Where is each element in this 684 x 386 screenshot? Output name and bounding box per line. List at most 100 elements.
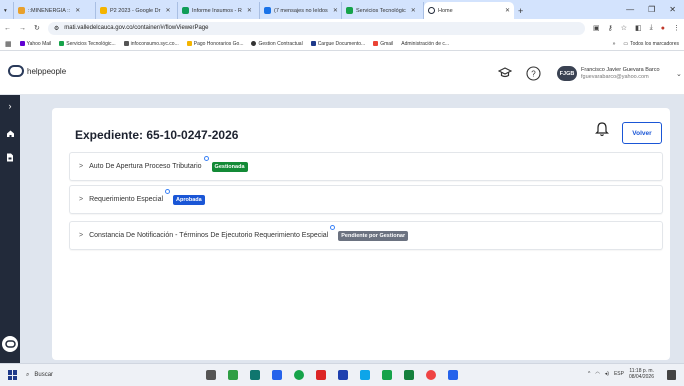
- bookmark[interactable]: Cargue Documento...: [310, 41, 365, 47]
- document-icon[interactable]: [0, 153, 20, 162]
- taskbar-app-icon[interactable]: [228, 370, 238, 380]
- notifications-icon[interactable]: [667, 370, 676, 380]
- task-view-icon[interactable]: [206, 370, 216, 380]
- close-window-icon[interactable]: ✕: [669, 5, 676, 14]
- logo-icon: [8, 65, 24, 77]
- password-icon[interactable]: ⚷: [608, 24, 613, 32]
- volume-icon[interactable]: ◂): [605, 371, 609, 377]
- browser-tab-strip: ▾ ::MINENERGIA :: ✕ P2 2023 - Google Dr ✕ …: [0, 0, 684, 19]
- taskbar-app-icon[interactable]: [360, 370, 370, 380]
- browser-tab[interactable]: ::MINENERGIA :: ✕: [14, 2, 96, 19]
- bookmark[interactable]: Administración de c...: [401, 41, 449, 47]
- taskbar-app-icon[interactable]: [338, 370, 348, 380]
- bookmark[interactable]: Gmail: [373, 41, 393, 47]
- back-icon[interactable]: ←: [4, 25, 11, 32]
- extensions-icon[interactable]: ◧: [635, 24, 642, 32]
- tray-chevron-icon[interactable]: ^: [588, 371, 590, 377]
- browser-tab[interactable]: Informe Insumos - R ✕: [178, 2, 260, 19]
- reload-icon[interactable]: ↻: [34, 24, 40, 32]
- favicon-icon: [100, 7, 107, 14]
- expand-menu-icon[interactable]: ›: [0, 101, 20, 111]
- back-button[interactable]: Volver: [622, 122, 662, 144]
- close-icon[interactable]: ✕: [75, 7, 80, 14]
- close-icon[interactable]: ✕: [165, 7, 170, 14]
- browser-tab-active[interactable]: Home ✕: [424, 2, 514, 19]
- user-info[interactable]: Francisco Javier Guevara Barco fguevarab…: [581, 67, 660, 81]
- bookmark[interactable]: Pago Honorarios Go...: [186, 41, 243, 47]
- taskbar-search[interactable]: ⌕ Buscar: [26, 372, 166, 379]
- app-logo[interactable]: helppeople: [8, 65, 66, 77]
- favicon-icon: [428, 7, 435, 14]
- bell-icon[interactable]: [595, 121, 609, 142]
- bookmark-favicon-icon: [123, 41, 129, 46]
- taskbar-apps: [206, 370, 458, 380]
- clock[interactable]: 11:18 p. m. 08/04/2026: [629, 368, 654, 380]
- graduation-cap-icon[interactable]: [497, 65, 513, 81]
- close-icon[interactable]: ✕: [247, 7, 252, 14]
- windows-start-icon[interactable]: [8, 370, 18, 380]
- help-icon[interactable]: ?: [525, 65, 541, 81]
- star-icon[interactable]: ☆: [621, 24, 627, 32]
- taskbar-app-icon[interactable]: [448, 370, 458, 380]
- forward-icon[interactable]: →: [19, 25, 26, 32]
- expediente-card: Expediente: 65-10-0247-2026 Volver > Aut…: [52, 108, 670, 360]
- info-icon[interactable]: [165, 189, 171, 194]
- close-icon[interactable]: ✕: [333, 7, 338, 14]
- list-item[interactable]: > Requerimiento Especial Aprobada: [69, 185, 663, 214]
- language-indicator[interactable]: ESP: [614, 371, 624, 377]
- chrome-icon[interactable]: [426, 370, 436, 380]
- search-icon: ⌕: [26, 371, 30, 378]
- close-icon[interactable]: ✕: [411, 7, 416, 14]
- favicon-icon: [18, 7, 25, 14]
- browser-tab[interactable]: P2 2023 - Google Dr ✕: [96, 2, 178, 19]
- minimize-icon[interactable]: —: [626, 5, 634, 14]
- helppeople-logo-icon[interactable]: [2, 336, 18, 352]
- taskbar-app-icon[interactable]: [272, 370, 282, 380]
- tab-search-menu[interactable]: ▾: [0, 2, 14, 19]
- profile-icon[interactable]: ●: [661, 25, 665, 32]
- bookmarks-overflow[interactable]: »: [613, 41, 616, 47]
- taskbar-app-icon[interactable]: [250, 370, 260, 380]
- browser-tab[interactable]: (7 mensajes no leídos ✕: [260, 2, 342, 19]
- svg-text:?: ?: [531, 69, 536, 78]
- taskbar-app-icon[interactable]: [382, 370, 392, 380]
- pdf-icon[interactable]: [316, 370, 326, 380]
- bookmark[interactable]: Servicios Tecnológic...: [59, 41, 116, 47]
- bookmark[interactable]: Gestion Contractual: [251, 41, 303, 47]
- site-info-icon[interactable]: ⚙: [54, 25, 59, 32]
- bookmark-favicon-icon: [373, 41, 379, 46]
- wifi-icon[interactable]: ◠: [595, 371, 599, 377]
- chevron-right-icon[interactable]: >: [79, 196, 83, 203]
- taskbar: ⌕ Buscar ^ ◠ ◂) ESP 11:18 p. m. 08/04/20…: [0, 363, 684, 386]
- status-badge: Pendiente por Gestionar: [338, 230, 409, 241]
- page-title: Expediente: 65-10-0247-2026: [75, 128, 239, 142]
- taskbar-app-icon[interactable]: [404, 370, 414, 380]
- system-tray: ^ ◠ ◂) ESP 11:18 p. m. 08/04/2026: [588, 368, 654, 380]
- info-icon[interactable]: [203, 156, 209, 161]
- apps-grid-icon[interactable]: ▦: [5, 40, 12, 48]
- all-bookmarks[interactable]: ▭ Todos los marcadores: [623, 41, 679, 47]
- chevron-down-icon[interactable]: ⌄: [676, 70, 682, 78]
- translate-icon[interactable]: ▣: [593, 24, 600, 32]
- window-controls: — ❐ ✕: [626, 0, 684, 19]
- url-input[interactable]: ⚙ mati.valledelcauca.gov.co/container/#/…: [47, 21, 585, 35]
- item-label: Constancia De Notificación - Términos De…: [89, 225, 336, 239]
- maximize-icon[interactable]: ❐: [648, 5, 655, 14]
- close-icon[interactable]: ✕: [505, 7, 510, 14]
- download-icon[interactable]: ⤓: [650, 24, 653, 32]
- chevron-right-icon[interactable]: >: [79, 163, 83, 170]
- avatar[interactable]: FJGB: [557, 66, 577, 81]
- chevron-right-icon[interactable]: >: [79, 232, 83, 239]
- whatsapp-icon[interactable]: [294, 370, 304, 380]
- browser-tab[interactable]: Servicios Tecnológic ✕: [342, 2, 424, 19]
- bookmark[interactable]: infoconsumo.syc.co...: [123, 41, 179, 47]
- bookmark[interactable]: Yahoo Mail: [19, 41, 51, 47]
- info-icon[interactable]: [330, 225, 336, 230]
- list-item[interactable]: > Auto De Apertura Proceso Tributario Ge…: [69, 152, 663, 181]
- home-icon[interactable]: [0, 129, 20, 138]
- list-item[interactable]: > Constancia De Notificación - Términos …: [69, 221, 663, 250]
- app-header: helppeople ? FJGB Francisco Javier Gueva…: [0, 51, 684, 95]
- menu-icon[interactable]: ⋮: [673, 24, 680, 32]
- bookmarks-bar: ▦ Yahoo Mail Servicios Tecnológic... inf…: [0, 37, 684, 51]
- new-tab-button[interactable]: +: [514, 2, 527, 19]
